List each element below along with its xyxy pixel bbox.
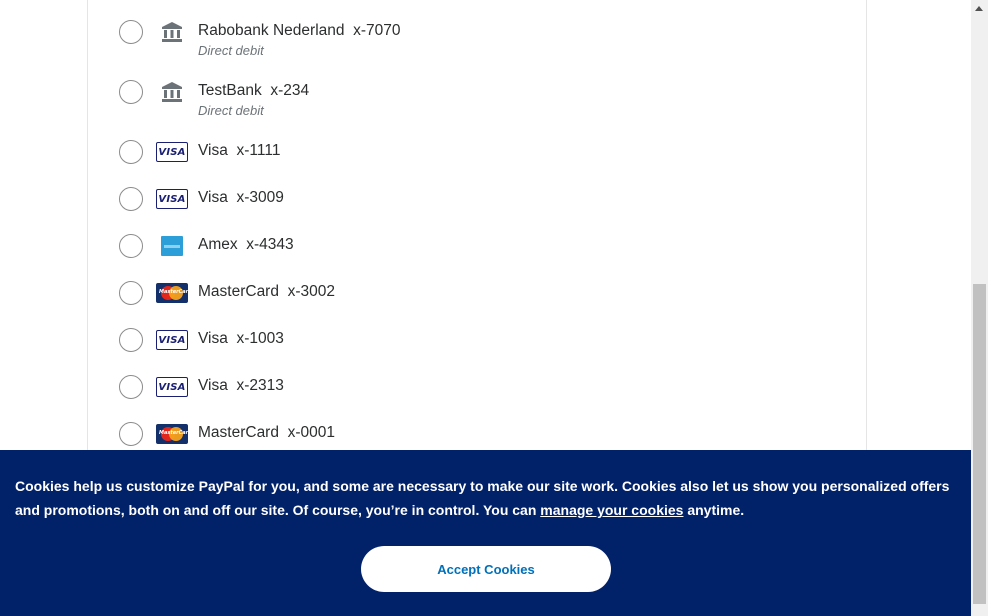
payment-method-label: Visa x-3009 <box>198 189 284 206</box>
mastercard-icon: MasterCard <box>156 424 192 444</box>
payment-method-radio[interactable] <box>119 375 143 399</box>
vertical-scrollbar[interactable] <box>971 0 988 616</box>
payment-method-row[interactable]: VISA Visa x-1111 <box>88 140 868 180</box>
visa-icon: VISA <box>156 330 188 350</box>
mastercard-icon: MasterCard <box>156 283 192 303</box>
manage-cookies-link[interactable]: manage your cookies <box>540 502 683 518</box>
payment-method-radio[interactable] <box>119 422 143 446</box>
payment-method-label: Amex x-4343 <box>198 236 294 253</box>
payment-method-row[interactable]: VISA Visa x-3009 <box>88 187 868 227</box>
scroll-up-arrow-icon[interactable] <box>971 0 988 17</box>
payment-method-type: Direct debit <box>198 43 264 58</box>
payment-method-label: Rabobank Nederland x-7070 <box>198 22 401 39</box>
payment-method-label: Visa x-2313 <box>198 377 284 394</box>
payment-method-row[interactable]: TestBank x-234 Direct debit <box>88 80 868 120</box>
payment-method-radio[interactable] <box>119 281 143 305</box>
payment-method-type: Direct debit <box>198 103 264 118</box>
accept-cookies-button[interactable]: Accept Cookies <box>361 546 611 592</box>
scrollbar-thumb[interactable] <box>973 284 986 604</box>
payment-method-row[interactable]: VISA Visa x-2313 <box>88 375 868 415</box>
payment-method-label: TestBank x-234 <box>198 82 310 99</box>
cookie-message: Cookies help us customize PayPal for you… <box>15 478 950 518</box>
payment-method-radio[interactable] <box>119 328 143 352</box>
payment-method-radio[interactable] <box>119 80 143 104</box>
bank-icon <box>156 81 188 103</box>
page: Rabobank Nederland x-7070 Direct debit T… <box>0 0 971 616</box>
payment-method-radio[interactable] <box>119 140 143 164</box>
payment-method-radio[interactable] <box>119 20 143 44</box>
payment-method-row[interactable]: Amex x-4343 <box>88 234 868 274</box>
payment-method-radio[interactable] <box>119 187 143 211</box>
visa-icon: VISA <box>156 189 188 209</box>
payment-method-row[interactable]: VISA Visa x-1003 <box>88 328 868 368</box>
payment-method-label: MasterCard x-3002 <box>198 283 335 300</box>
visa-icon: VISA <box>156 142 188 162</box>
payment-method-row[interactable]: Rabobank Nederland x-7070 Direct debit <box>88 20 868 60</box>
payment-method-label: Visa x-1111 <box>198 142 281 159</box>
bank-icon <box>156 21 188 43</box>
payment-method-radio[interactable] <box>119 234 143 258</box>
amex-icon <box>161 236 183 256</box>
visa-icon: VISA <box>156 377 188 397</box>
payment-method-label: MasterCard x-0001 <box>198 424 335 441</box>
cookie-banner: Cookies help us customize PayPal for you… <box>0 450 971 616</box>
payment-method-label: Visa x-1003 <box>198 330 284 347</box>
payment-method-row[interactable]: MasterCard MasterCard x-3002 <box>88 281 868 321</box>
